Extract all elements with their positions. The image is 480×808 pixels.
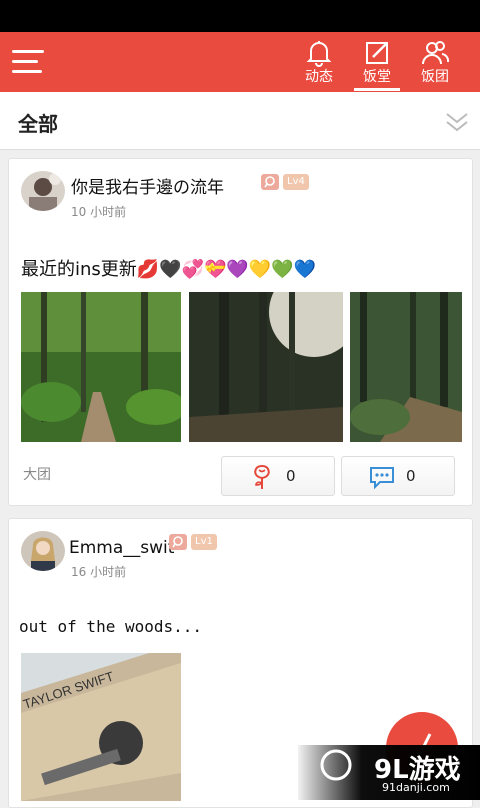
- tab-fantuan[interactable]: 饭团: [410, 38, 460, 92]
- chevron-down-icon[interactable]: [444, 110, 470, 134]
- bell-icon: [306, 41, 332, 67]
- post-time: 16 小时前: [71, 565, 127, 579]
- comment-button[interactable]: 0: [341, 456, 455, 496]
- edit-icon: [366, 42, 388, 64]
- username[interactable]: Emma__swit: [69, 538, 174, 558]
- post-photo[interactable]: [189, 292, 343, 442]
- level-badge: Lv4: [283, 174, 309, 190]
- search-badge-icon: [261, 174, 279, 190]
- like-button[interactable]: 0: [221, 456, 335, 496]
- post-time: 10 小时前: [71, 205, 127, 219]
- watermark: 9L游戏 91danji.com: [298, 745, 480, 800]
- rose-icon: [254, 465, 270, 489]
- top-nav-bar: 动态 饭堂 饭团: [0, 32, 480, 92]
- tab-dongtai-label: 动态: [305, 69, 333, 85]
- like-count: 0: [286, 467, 296, 485]
- menu-icon[interactable]: [12, 48, 44, 76]
- filter-bar[interactable]: 全部: [0, 92, 480, 150]
- post-photo[interactable]: TAYLOR SWIFT: [21, 653, 181, 801]
- watermark-url: 91danji.com: [382, 781, 450, 794]
- group-tag[interactable]: 大团: [23, 464, 51, 484]
- tab-fantang[interactable]: 饭堂: [352, 38, 402, 92]
- tab-dongtai[interactable]: 动态: [294, 38, 344, 92]
- level-badge: Lv1: [191, 534, 217, 550]
- post-text: 最近的ins更新💋🖤💞💝💜💛💚💙: [21, 259, 317, 280]
- post-card[interactable]: 你是我右手邊の流年 Lv4 10 小时前 最近的ins更新💋🖤💞💝💜💛💚💙 大团…: [8, 158, 473, 506]
- username[interactable]: 你是我右手邊の流年: [71, 173, 224, 198]
- post-text: out of the woods...: [19, 617, 203, 636]
- avatar[interactable]: [21, 171, 65, 211]
- post-photo[interactable]: [21, 292, 181, 442]
- avatar[interactable]: [21, 531, 65, 571]
- users-icon: [422, 41, 450, 65]
- filter-label: 全部: [18, 112, 58, 136]
- tab-fantuan-label: 饭团: [421, 69, 449, 85]
- post-photo[interactable]: [350, 292, 462, 442]
- comment-icon: [370, 467, 394, 490]
- watermark-logo: [320, 749, 352, 781]
- search-badge-icon: [169, 534, 187, 550]
- status-bar: [0, 0, 480, 32]
- tab-fantang-label: 饭堂: [363, 69, 391, 85]
- comment-count: 0: [406, 467, 416, 485]
